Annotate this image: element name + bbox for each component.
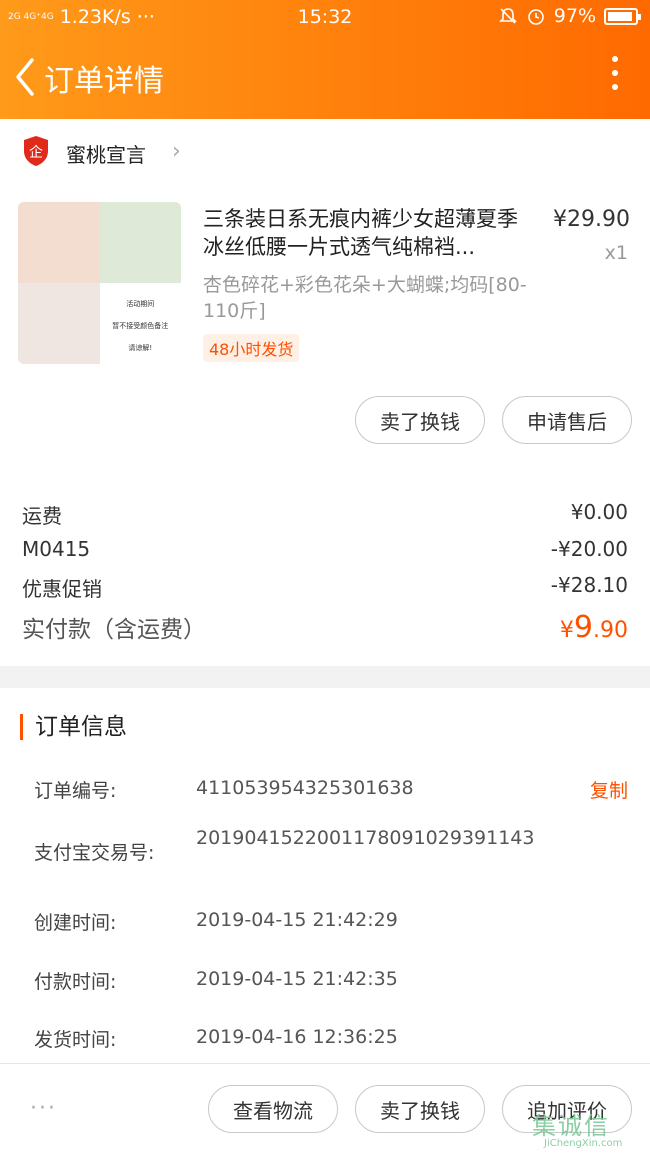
section-divider	[0, 666, 650, 688]
thumb-text-1: 活动期间	[126, 300, 155, 308]
site-watermark: 集诚信 JiChengXin.com	[532, 1106, 642, 1154]
info-label: 支付宝交易号:	[34, 842, 155, 864]
fee-row-promotion: 优惠促销 -¥28.10	[22, 573, 628, 602]
fee-value: ¥0.00	[570, 500, 628, 524]
total-label: 实付款（含运费）	[22, 617, 206, 643]
info-label: 发货时间:	[34, 1029, 117, 1051]
fee-row-coupon: M0415 -¥20.00	[22, 537, 628, 561]
watermark-url: JiChengXin.com	[544, 1138, 623, 1149]
thumb-text-3: 请谅解!	[128, 344, 153, 352]
info-value: 2019-04-16 12:36:25	[196, 1026, 398, 1048]
mute-icon	[498, 8, 517, 24]
info-value: 411053954325301638	[196, 777, 414, 799]
order-info-heading: 订单信息	[20, 714, 127, 740]
status-bar: 2G 4G⁺4G 1.23K/s ··· 15:32 97%	[0, 0, 650, 36]
info-value: 2019-04-15 21:42:35	[196, 968, 398, 990]
product-quantity: x1	[604, 242, 628, 264]
sell-for-cash-bottom-button[interactable]: 卖了换钱	[355, 1085, 485, 1133]
info-label: 付款时间:	[34, 971, 117, 993]
order-info-section: 订单信息 订单编号: 411053954325301638 复制 支付宝交易号:…	[0, 688, 650, 1063]
fee-value: -¥28.10	[550, 573, 628, 597]
apply-aftersale-button[interactable]: 申请售后	[502, 396, 632, 444]
back-icon[interactable]	[10, 54, 40, 100]
thumb-text-2: 暂不接受颜色备注	[112, 322, 169, 330]
info-value: 2019-04-15 21:42:29	[196, 909, 398, 931]
thumb-panel-butterfly	[18, 283, 100, 364]
fee-label: 优惠促销	[22, 577, 102, 601]
fee-row-shipping: 运费 ¥0.00	[22, 500, 628, 529]
fee-label: M0415	[22, 537, 91, 561]
copy-button[interactable]: 复制	[590, 776, 628, 803]
more-actions-button[interactable]: ···	[30, 1096, 57, 1121]
info-value: 2019041522001178091029391143	[196, 827, 535, 849]
alarm-icon	[527, 9, 544, 25]
product-title: 三条装日系无痕内裤少女超薄夏季冰丝低腰一片式透气纯棉裆...	[203, 207, 518, 259]
product-thumbnail: 活动期间 暂不接受颜色备注 请谅解!	[18, 202, 181, 364]
product-sku: 杏色碎花+彩色花朵+大蝴蝶;均码[80-110斤]	[203, 274, 527, 322]
store-name: 蜜桃宣言	[66, 143, 146, 167]
bottom-action-bar: ··· 查看物流 卖了换钱 追加评价 集诚信 JiChengXin.com	[0, 1063, 650, 1155]
info-label: 创建时间:	[34, 912, 117, 934]
page-title: 订单详情	[44, 64, 164, 99]
nav-bar: 订单详情	[0, 44, 650, 110]
fee-value: -¥20.00	[550, 537, 628, 561]
status-right: 97%	[498, 5, 641, 27]
fee-label: 运费	[22, 504, 62, 528]
view-logistics-button[interactable]: 查看物流	[208, 1085, 338, 1133]
app-header: 2G 4G⁺4G 1.23K/s ··· 15:32 97% 订单详情	[0, 0, 650, 119]
total-paid-row: 实付款（含运费） ¥9.90	[22, 610, 628, 645]
product-price: ¥29.90	[553, 207, 630, 232]
total-decimal: .90	[593, 618, 628, 643]
thumb-notice: 活动期间 暂不接受颜色备注 请谅解!	[99, 283, 181, 364]
chevron-right-icon: ›	[172, 139, 181, 164]
watermark-logo: 集诚信	[532, 1112, 610, 1140]
badge-char: 企	[29, 144, 43, 161]
total-currency: ¥	[559, 618, 574, 643]
battery-percent: 97%	[553, 5, 596, 27]
sell-for-cash-button[interactable]: 卖了换钱	[355, 396, 485, 444]
total-integer: 9	[573, 610, 593, 645]
info-label: 订单编号:	[34, 780, 117, 802]
thumb-panel-flower	[99, 202, 181, 283]
total-amount: ¥9.90	[560, 610, 628, 645]
battery-icon	[604, 7, 641, 25]
more-menu-icon[interactable]	[610, 56, 620, 96]
store-row[interactable]: 企 蜜桃宣言 ›	[0, 119, 650, 185]
shipping-tag: 48小时发货	[203, 334, 300, 362]
enterprise-shop-icon: 企	[24, 136, 48, 166]
thumb-panel-floral	[18, 202, 100, 283]
product-item[interactable]: 活动期间 暂不接受颜色备注 请谅解! 三条装日系无痕内裤少女超薄夏季冰丝低腰一片…	[0, 190, 650, 380]
